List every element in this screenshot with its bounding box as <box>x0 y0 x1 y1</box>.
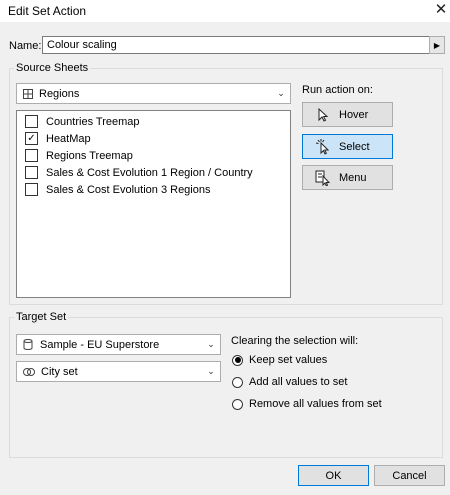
radio-dot <box>234 357 241 363</box>
sheet-checkbox[interactable] <box>25 115 38 128</box>
sheet-label: HeatMap <box>46 132 91 145</box>
name-input[interactable]: Colour scaling <box>42 36 434 54</box>
sheet-item[interactable]: ✓ HeatMap <box>25 130 91 147</box>
radio-keep-set-values[interactable]: Keep set values <box>232 352 327 368</box>
select-pointer-icon <box>315 138 330 155</box>
target-datasource-value: Sample - EU Superstore <box>40 338 160 351</box>
select-button[interactable]: Select <box>302 134 393 159</box>
close-icon[interactable]: ✕ <box>432 1 450 19</box>
set-icon <box>23 367 35 376</box>
chevron-down-icon: ⌄ <box>207 366 215 376</box>
radio-label: Keep set values <box>249 354 328 366</box>
target-datasource-dropdown[interactable]: Sample - EU Superstore ⌄ <box>16 334 221 355</box>
sheet-label: Countries Treemap <box>46 115 140 128</box>
sheet-list[interactable]: Countries Treemap ✓ HeatMap Regions Tree… <box>16 110 291 298</box>
sheet-label: Sales & Cost Evolution 3 Regions <box>46 183 211 196</box>
sheet-item[interactable]: Sales & Cost Evolution 1 Region / Countr… <box>25 164 253 181</box>
sheet-label: Sales & Cost Evolution 1 Region / Countr… <box>46 166 253 179</box>
sheet-checkbox[interactable] <box>25 183 38 196</box>
radio-circle[interactable] <box>232 398 243 410</box>
sheet-item[interactable]: Sales & Cost Evolution 3 Regions <box>25 181 210 198</box>
sheet-checkbox[interactable]: ✓ <box>25 132 38 145</box>
radio-label: Add all values to set <box>249 376 348 388</box>
sheet-item[interactable]: Countries Treemap <box>25 113 140 130</box>
hover-label: Hover <box>339 108 369 121</box>
name-label: Name: <box>9 40 42 52</box>
radio-remove-all-values[interactable]: Remove all values from set <box>232 396 382 412</box>
dialog-title: Edit Set Action <box>8 4 87 18</box>
sheet-checkbox[interactable] <box>25 166 38 179</box>
cancel-button[interactable]: Cancel <box>374 465 445 486</box>
sheet-checkbox[interactable] <box>25 149 38 162</box>
clearing-label: Clearing the selection will: <box>231 335 359 347</box>
chevron-down-icon: ⌄ <box>277 88 285 98</box>
select-label: Select <box>339 140 370 153</box>
source-datasource-value: Regions <box>39 87 80 100</box>
check-icon: ✓ <box>27 133 36 144</box>
target-set-dropdown[interactable]: City set ⌄ <box>16 361 221 382</box>
hover-button[interactable]: Hover <box>302 102 393 127</box>
hover-pointer-icon <box>318 107 329 122</box>
ok-button[interactable]: OK <box>298 465 369 486</box>
name-insert-button[interactable]: ▶ <box>429 36 445 54</box>
triangle-right-icon: ▶ <box>433 40 441 50</box>
source-sheets-legend: Source Sheets <box>16 62 89 74</box>
target-set-legend: Target Set <box>16 311 67 323</box>
sheet-item[interactable]: Regions Treemap <box>25 147 133 164</box>
target-set-value: City set <box>41 365 78 378</box>
run-action-label: Run action on: <box>302 84 373 96</box>
menu-label: Menu <box>339 171 367 184</box>
sheet-label: Regions Treemap <box>46 149 133 162</box>
chevron-down-icon: ⌄ <box>207 339 215 349</box>
menu-button[interactable]: Menu <box>302 165 393 190</box>
database-icon <box>23 339 33 350</box>
source-datasource-dropdown[interactable]: Regions ⌄ <box>16 83 291 104</box>
grid-icon <box>23 88 33 99</box>
radio-circle[interactable] <box>232 354 243 366</box>
menu-pointer-icon <box>315 170 331 186</box>
radio-circle[interactable] <box>232 376 243 388</box>
radio-label: Remove all values from set <box>249 398 382 410</box>
radio-add-all-values[interactable]: Add all values to set <box>232 374 347 390</box>
